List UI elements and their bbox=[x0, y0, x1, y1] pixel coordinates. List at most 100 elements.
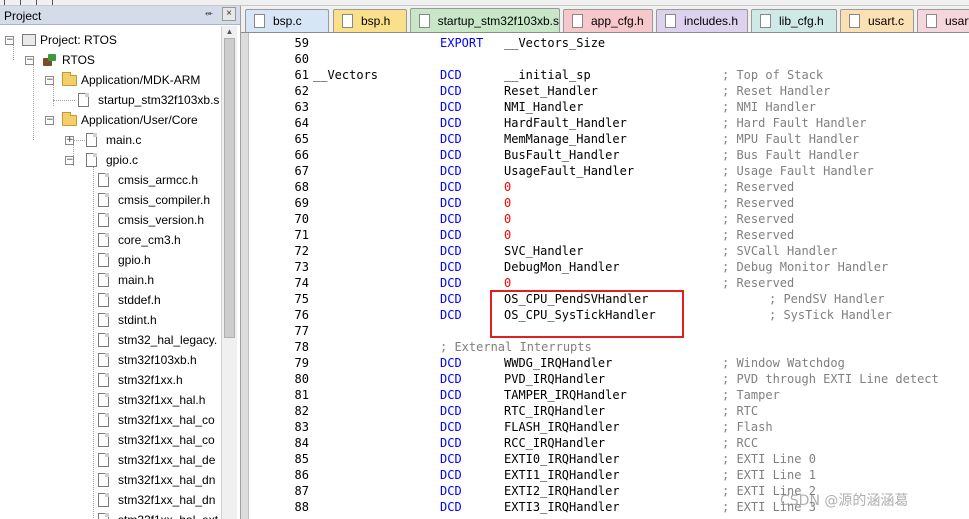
tree-item-label: cmsis_armcc.h bbox=[118, 173, 199, 187]
code-comment: ; PVD through EXTI Line detect bbox=[722, 372, 939, 386]
tab-lib-cfg-h[interactable]: lib_cfg.h bbox=[751, 9, 837, 32]
file-icon bbox=[760, 14, 771, 28]
pin-icon[interactable]: ⬰ bbox=[205, 8, 213, 19]
tab-label: includes.h bbox=[684, 14, 739, 28]
tree-item-file[interactable]: stm32f1xx_hal_ext bbox=[98, 510, 218, 519]
code-operand: FLASH_IRQHandler bbox=[504, 420, 620, 434]
tree-item-label: Application/MDK-ARM bbox=[81, 73, 201, 87]
tree-item-file[interactable]: cmsis_compiler.h bbox=[98, 190, 210, 210]
scrollbar-thumb[interactable] bbox=[224, 38, 235, 338]
line-number: 66 bbox=[294, 148, 309, 162]
tree-item-label: stm32f1xx_hal_de bbox=[118, 453, 216, 467]
file-icon bbox=[86, 133, 97, 147]
code-keyword: DCD bbox=[440, 148, 462, 162]
collapse-icon[interactable]: − bbox=[45, 76, 54, 85]
folder-icon bbox=[62, 111, 77, 126]
tree-item-label: stm32f1xx.h bbox=[118, 373, 183, 387]
tree-item-group[interactable]: − Application/User/Core bbox=[45, 110, 198, 130]
tree-item-file[interactable]: stdint.h bbox=[98, 310, 157, 330]
collapse-icon[interactable]: − bbox=[65, 156, 74, 165]
tree-item-label: cmsis_version.h bbox=[118, 213, 205, 227]
code-comment: ; Reserved bbox=[722, 228, 795, 242]
line-number: 67 bbox=[294, 164, 309, 178]
tree-item-label: core_cm3.h bbox=[118, 233, 181, 247]
tree-item-project[interactable]: − Project: RTOS bbox=[5, 30, 117, 50]
code-operand: NMI_Handler bbox=[504, 100, 584, 114]
tab-usart-c[interactable]: usart.c bbox=[840, 9, 914, 32]
code-line: 60 bbox=[241, 51, 969, 67]
tab-bsp-h[interactable]: bsp.h bbox=[333, 9, 407, 32]
tree-item-file[interactable]: stm32f103xb.h bbox=[98, 350, 197, 370]
tree-item-file[interactable]: + main.c bbox=[65, 130, 141, 150]
collapse-icon[interactable]: − bbox=[25, 56, 34, 65]
code-editor[interactable]: 59 EXPORT __Vectors_Size 60 61 __Vectors DCD __… bbox=[241, 33, 969, 519]
tree-item-file[interactable]: core_cm3.h bbox=[98, 230, 181, 250]
tab-bsp-c[interactable]: bsp.c bbox=[245, 9, 329, 32]
line-number: 70 bbox=[294, 212, 309, 226]
code-keyword: DCD bbox=[440, 228, 462, 242]
file-icon bbox=[98, 273, 109, 287]
code-line: 77 bbox=[241, 323, 969, 339]
close-icon[interactable]: × bbox=[222, 7, 236, 21]
file-icon bbox=[98, 393, 109, 407]
tab-app-cfg-h[interactable]: app_cfg.h bbox=[563, 9, 653, 32]
tree-item-label: cmsis_compiler.h bbox=[118, 193, 211, 207]
code-operand: SVC_Handler bbox=[504, 244, 584, 258]
tree-item-file[interactable]: stm32_hal_legacy. bbox=[98, 330, 217, 350]
tree-item-file[interactable]: cmsis_version.h bbox=[98, 210, 204, 230]
tab-usart-h[interactable]: usart bbox=[917, 9, 969, 32]
tree-item-group[interactable]: − Application/MDK-ARM bbox=[45, 70, 200, 90]
tree-item-file[interactable]: − gpio.c bbox=[65, 150, 138, 170]
code-operand: DebugMon_Handler bbox=[504, 260, 620, 274]
code-line: 79 DCD WWDG_IRQHandler ; Window Watchdog bbox=[241, 355, 969, 371]
code-comment: ; Debug Monitor Handler bbox=[722, 260, 889, 274]
tab-startup-stm32f103xb-s[interactable]: startup_stm32f103xb.s bbox=[410, 8, 560, 32]
tree-item-file[interactable]: stm32f1xx_hal_dn bbox=[98, 490, 215, 510]
tree-item-file[interactable]: stm32f1xx_hal.h bbox=[98, 390, 205, 410]
tree-item-file[interactable]: stm32f1xx_hal_co bbox=[98, 430, 215, 450]
tab-includes-h[interactable]: includes.h bbox=[656, 9, 748, 32]
tree-item-label: stm32f1xx_hal_co bbox=[118, 433, 215, 447]
code-line: 69 DCD 0 ; Reserved bbox=[241, 195, 969, 211]
code-keyword: DCD bbox=[440, 420, 462, 434]
code-comment: ; RTC bbox=[722, 404, 759, 418]
code-keyword: DCD bbox=[440, 500, 462, 514]
tree-item-target[interactable]: − RTOS bbox=[25, 50, 95, 70]
editor-tabbar: bsp.c bsp.h startup_stm32f103xb.s app_cf… bbox=[241, 6, 969, 33]
scroll-up-icon[interactable]: ▲ bbox=[225, 27, 234, 36]
target-icon bbox=[42, 53, 58, 67]
line-number: 88 bbox=[294, 500, 309, 514]
code-comment: ; PendSV Handler bbox=[769, 292, 885, 306]
file-icon bbox=[98, 293, 109, 307]
code-keyword: DCD bbox=[440, 84, 462, 98]
tree-item-file[interactable]: stm32f1xx_hal_de bbox=[98, 450, 215, 470]
file-icon bbox=[665, 14, 676, 28]
project-tree-scrollbar[interactable]: ▲ bbox=[221, 26, 237, 519]
tree-item-label: Application/User/Core bbox=[81, 113, 198, 127]
tree-item-file[interactable]: stddef.h bbox=[98, 290, 161, 310]
code-line: 76 DCD OS_CPU_SysTickHandler ; SysTick Hand… bbox=[241, 307, 969, 323]
tab-label: app_cfg.h bbox=[591, 14, 644, 28]
tree-item-file[interactable]: cmsis_armcc.h bbox=[98, 170, 198, 190]
code-operand: RTC_IRQHandler bbox=[504, 404, 606, 418]
tree-item-file[interactable]: stm32f1xx_hal_co bbox=[98, 410, 215, 430]
file-icon bbox=[98, 313, 109, 327]
tree-item-file[interactable]: startup_stm32f103xb.s bbox=[78, 90, 219, 110]
line-number: 68 bbox=[294, 180, 309, 194]
code-comment: ; Bus Fault Handler bbox=[722, 148, 860, 162]
tree-item-file[interactable]: main.h bbox=[98, 270, 154, 290]
code-lines: 59 EXPORT __Vectors_Size 60 61 __Vectors DCD __… bbox=[241, 35, 969, 515]
tree-item-file[interactable]: gpio.h bbox=[98, 250, 151, 270]
code-keyword: DCD bbox=[440, 260, 462, 274]
file-icon bbox=[86, 153, 97, 167]
code-operand: EXTI0_IRQHandler bbox=[504, 452, 620, 466]
tree-item-file[interactable]: stm32f1xx_hal_dn bbox=[98, 470, 215, 490]
tree-item-file[interactable]: stm32f1xx.h bbox=[98, 370, 183, 390]
line-number: 72 bbox=[294, 244, 309, 258]
code-comment: ; EXTI Line 0 bbox=[722, 452, 816, 466]
collapse-icon[interactable]: − bbox=[5, 36, 14, 45]
expand-icon[interactable]: + bbox=[65, 136, 74, 145]
code-keyword: DCD bbox=[440, 100, 462, 114]
collapse-icon[interactable]: − bbox=[45, 116, 54, 125]
tree-item-label: stm32f1xx_hal.h bbox=[118, 393, 206, 407]
